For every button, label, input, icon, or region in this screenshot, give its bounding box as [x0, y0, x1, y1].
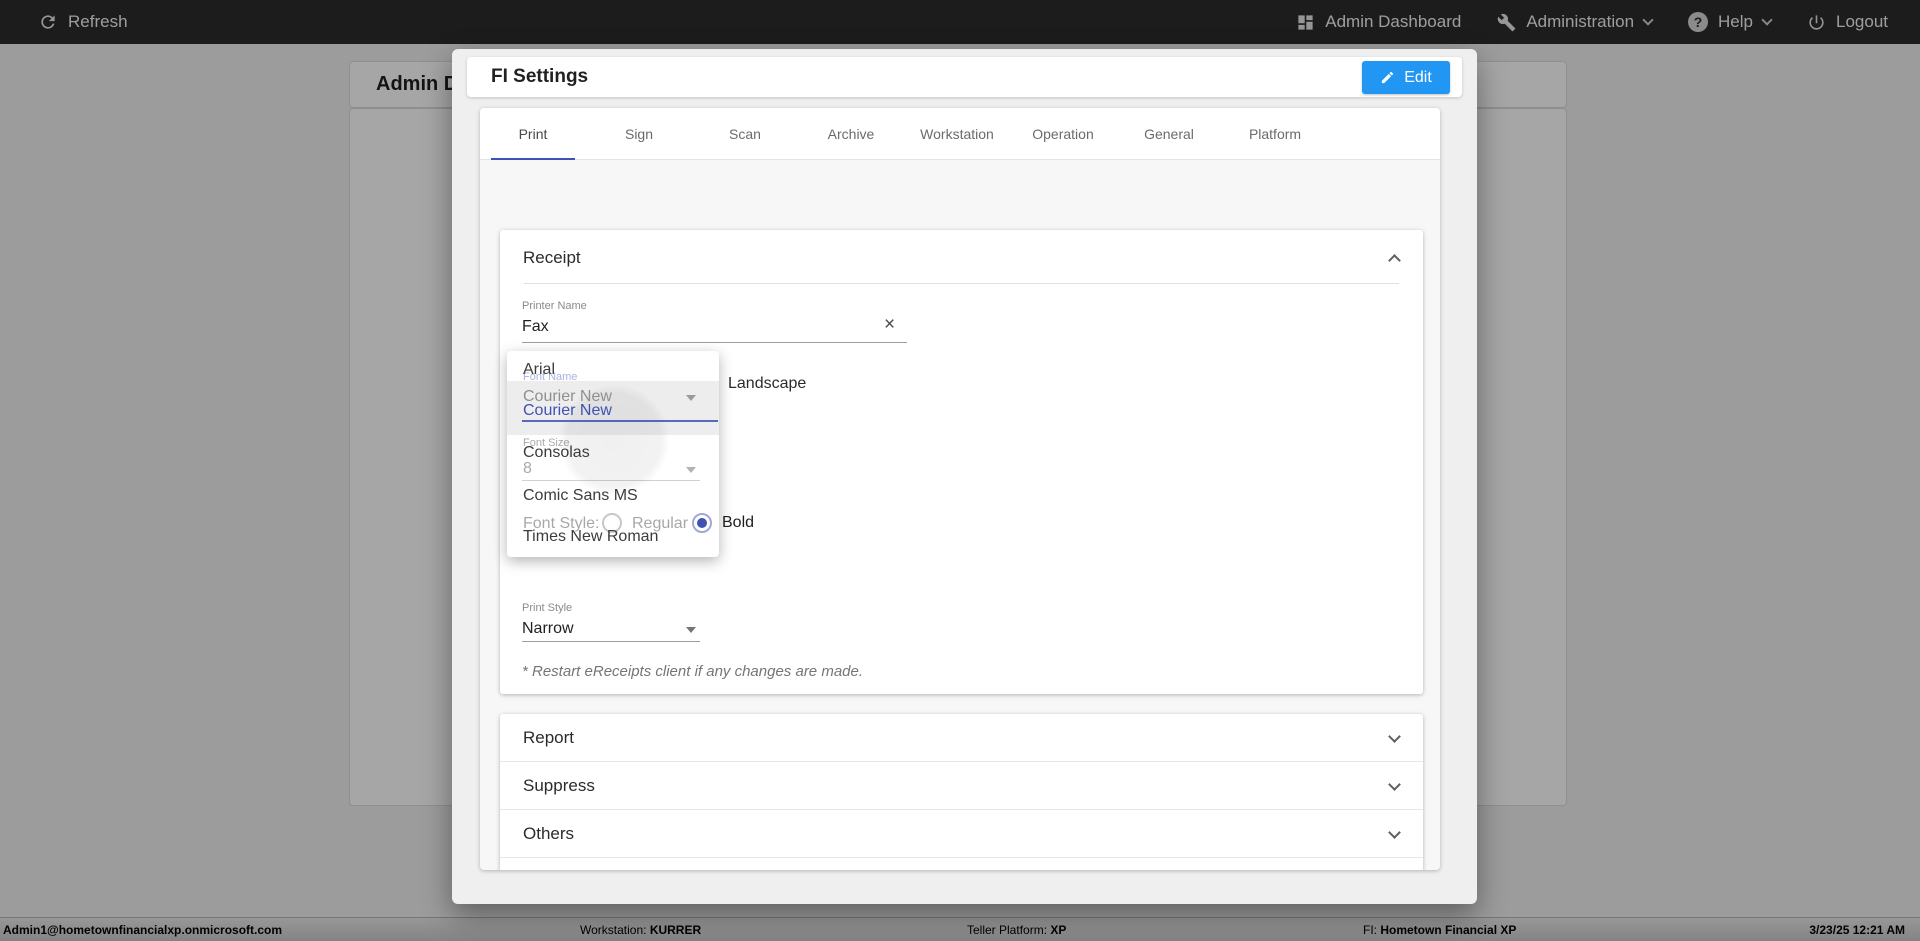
radio-bold[interactable]: [692, 513, 712, 533]
receipt-panel-title: Receipt: [523, 248, 581, 267]
edit-button-label: Edit: [1404, 68, 1432, 86]
font-name-dropdown-panel: Arial Font Name Courier New Courier New …: [507, 351, 719, 557]
tab-label: Operation: [1032, 126, 1094, 142]
tab-label: General: [1144, 126, 1194, 142]
font-size-value: 8: [523, 460, 532, 477]
tab-bar: Print Sign Scan Archive Workstation Oper…: [480, 108, 1440, 160]
tab-sign[interactable]: Sign: [586, 108, 692, 160]
font-name-selected-value: Courier New: [523, 402, 612, 419]
edit-button[interactable]: Edit: [1362, 61, 1450, 94]
chevron-down-icon: [1388, 730, 1401, 743]
printer-name-label: Printer Name: [522, 300, 587, 312]
chevron-down-icon: [1388, 778, 1401, 791]
chevron-up-icon[interactable]: [1388, 254, 1401, 267]
tab-label: Print: [518, 126, 548, 142]
screen: Refresh Admin Dashboard Administration ?…: [0, 0, 1920, 941]
dropdown-arrow-icon: [686, 395, 696, 401]
field-underline: [522, 641, 700, 642]
print-style-select[interactable]: Narrow: [522, 620, 574, 638]
dropdown-arrow-icon: [686, 627, 696, 633]
radio-bold-label: Bold: [722, 514, 755, 531]
tab-label: Platform: [1248, 126, 1302, 142]
section-suppress[interactable]: Suppress: [500, 762, 1423, 810]
tab-general[interactable]: General: [1116, 108, 1222, 160]
section-label: Suppress: [523, 775, 595, 795]
printer-name-input[interactable]: Fax: [522, 318, 549, 336]
section-host-specific[interactable]: Host Specific: [500, 858, 1423, 870]
radio-landscape-label: Landscape: [728, 375, 807, 392]
focused-field-underline: [522, 420, 718, 422]
section-others[interactable]: Others: [500, 810, 1423, 858]
divider: [524, 283, 1399, 284]
section-label: Report: [523, 727, 575, 747]
tab-print[interactable]: Print: [480, 108, 586, 160]
dialog-titlebar: FI Settings Edit: [467, 57, 1462, 97]
tab-label: Workstation: [920, 126, 994, 142]
option-times-new-roman[interactable]: Times New Roman: [523, 528, 658, 546]
tab-operation[interactable]: Operation: [1010, 108, 1116, 160]
restart-note: * Restart eReceipts client if any change…: [522, 663, 864, 680]
option-comic-sans-ms[interactable]: Comic Sans MS: [523, 487, 638, 505]
section-report[interactable]: Report: [500, 714, 1423, 762]
font-name-floating-label: Font Name: [523, 371, 578, 383]
pencil-icon: [1382, 71, 1394, 84]
tab-label: Scan: [729, 126, 761, 142]
dialog-title: FI Settings: [491, 66, 589, 87]
field-underline: [522, 480, 700, 481]
tab-label: Sign: [624, 126, 654, 142]
field-underline: [522, 342, 907, 343]
dropdown-arrow-icon: [686, 467, 696, 473]
tab-label: Archive: [827, 126, 875, 142]
option-consolas[interactable]: Consolas: [523, 444, 590, 462]
chevron-down-icon: [1388, 826, 1401, 839]
tab-scan[interactable]: Scan: [692, 108, 798, 160]
clear-printer-name-icon[interactable]: ×: [884, 314, 895, 336]
tab-workstation[interactable]: Workstation: [904, 108, 1010, 160]
tab-platform[interactable]: Platform: [1222, 108, 1328, 160]
tab-archive[interactable]: Archive: [798, 108, 904, 160]
settings-accordion: Report Suppress Others Host Specific: [500, 714, 1423, 870]
print-style-label: Print Style: [522, 602, 573, 614]
section-label: Others: [523, 823, 575, 843]
